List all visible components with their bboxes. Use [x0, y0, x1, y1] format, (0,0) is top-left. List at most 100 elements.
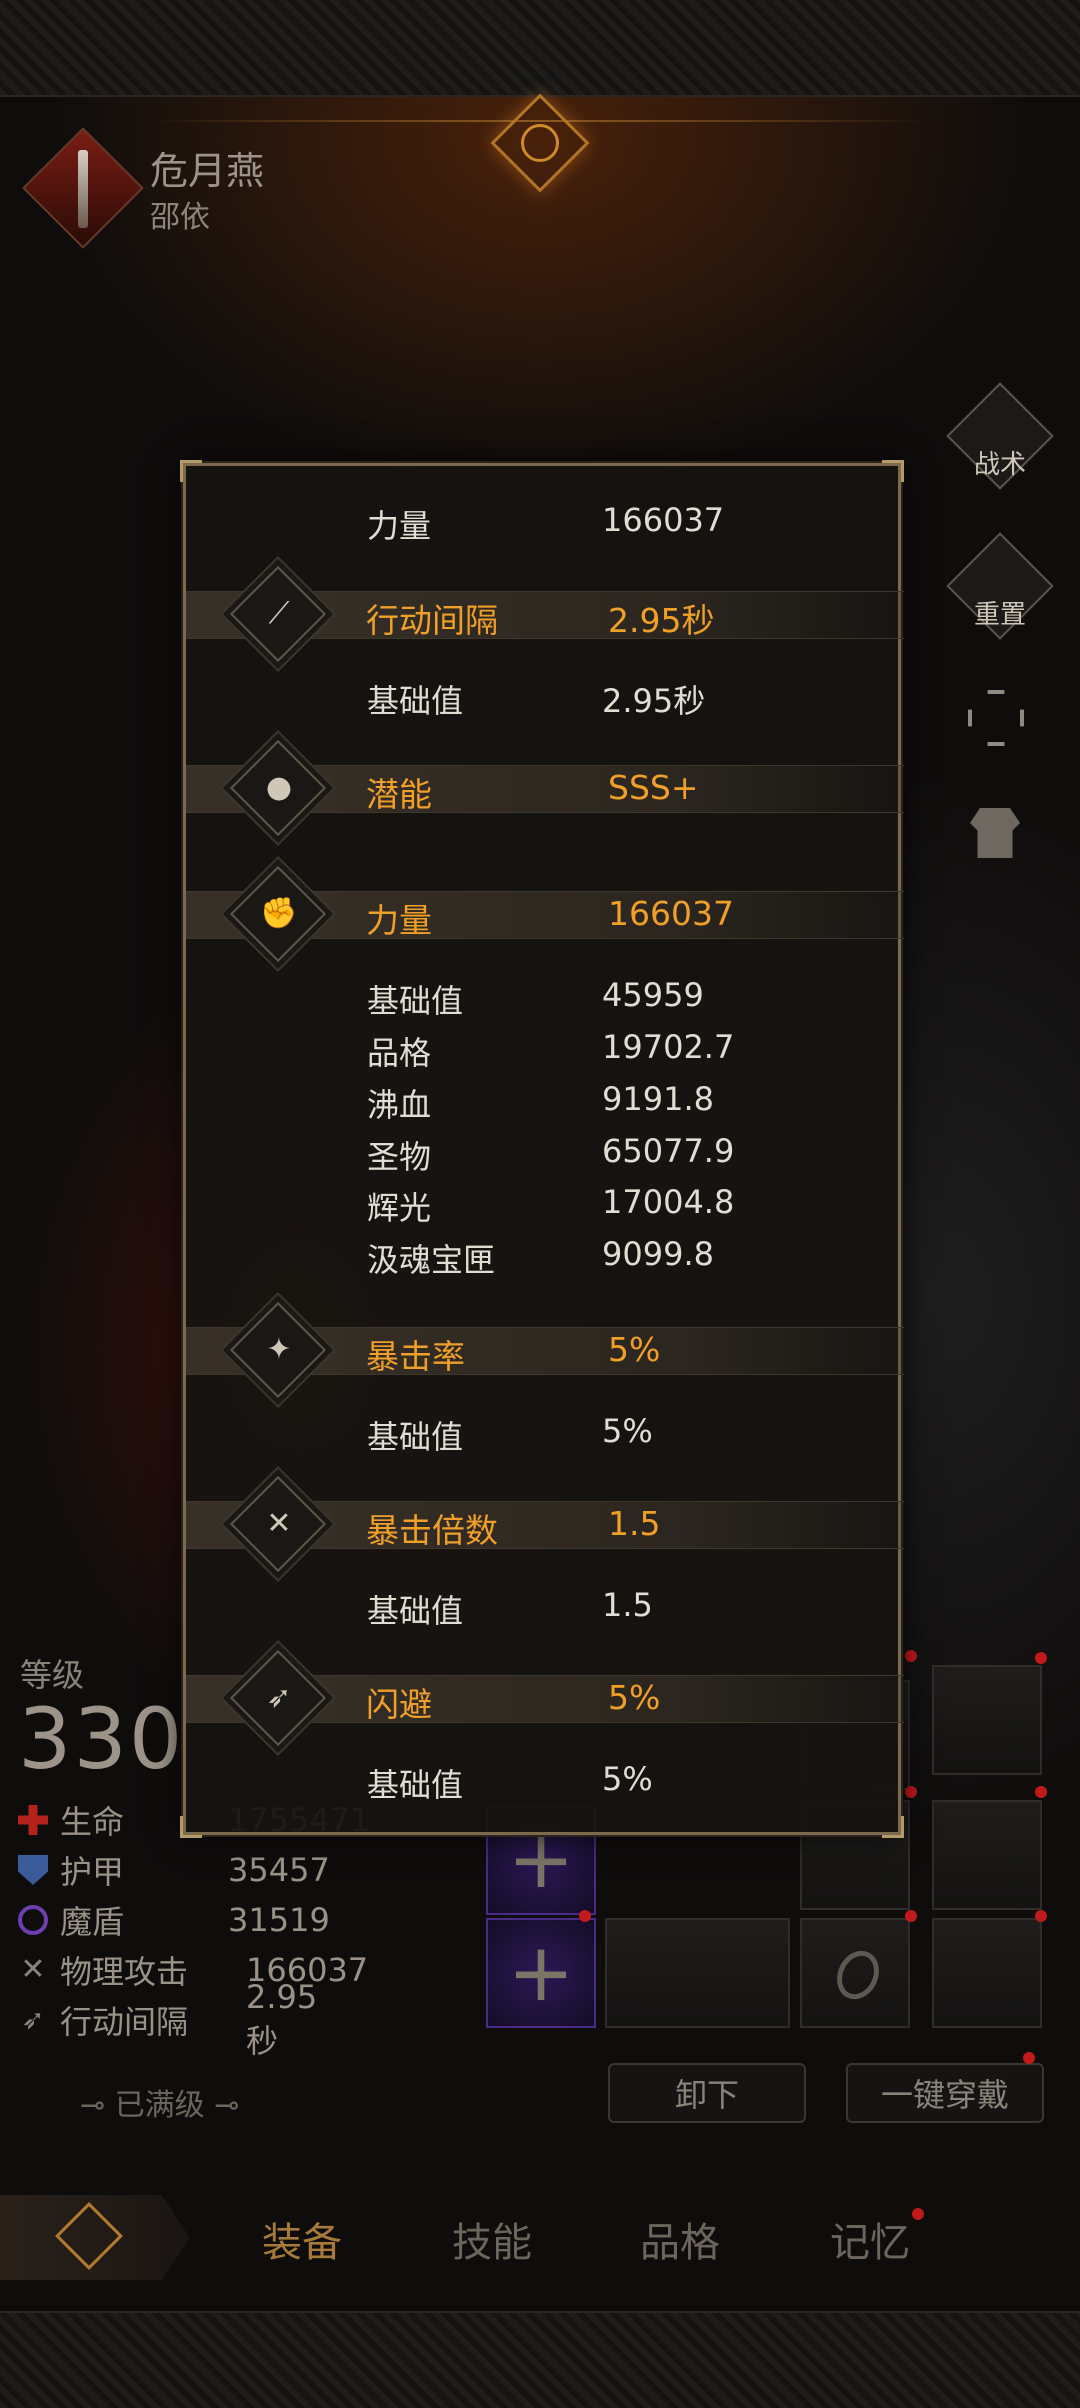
stat-hp: 生命 1755471 [18, 1797, 371, 1843]
stat-value: 35457 [228, 1851, 330, 1889]
panel-corner [180, 1816, 202, 1838]
section-name: 行动间隔 [366, 601, 498, 640]
sword-icon [78, 150, 88, 228]
red-cross-icon [18, 1805, 48, 1835]
reset-button[interactable]: 重置 [946, 532, 1054, 640]
tab-character[interactable]: 品格 [640, 2210, 720, 2268]
line-name: 圣物 [367, 1138, 432, 1176]
max-level-label: ⊸ 已满级 ⊸ [80, 2088, 240, 2123]
line-name: 基础值 [367, 682, 464, 720]
attribute-detail-panel[interactable]: 力量 166037 ⟋ 行动间隔 2.95秒 基础值 2.95秒 ● 潜能 SS… [180, 460, 904, 1838]
crossed-swords-icon: ✕ [20, 1952, 46, 1987]
hero-subtitle: 邵依 [150, 200, 210, 235]
stat-value: 31519 [228, 1901, 330, 1939]
weapon-slot[interactable] [605, 1918, 790, 2028]
notification-dot [905, 1910, 917, 1922]
section-name: 暴击率 [366, 1337, 465, 1376]
shield-icon [18, 1855, 48, 1885]
unequip-button[interactable]: 卸下 [608, 2063, 806, 2123]
stat-attack: ✕ 物理攻击 166037 [18, 1947, 368, 1993]
section-name: 潜能 [366, 775, 432, 814]
tab-skills[interactable]: 技能 [452, 2210, 532, 2268]
panel-corner [180, 460, 202, 482]
section-value: 2.95秒 [608, 601, 715, 640]
notification-dot [1035, 1652, 1047, 1664]
boot-icon: ➶ [266, 1680, 292, 1715]
line-value: 9099.8 [602, 1235, 714, 1273]
line-value: 5% [602, 1760, 653, 1798]
line-name: 基础值 [367, 982, 464, 1020]
line-value: 17004.8 [602, 1183, 735, 1221]
level-value: 330 [18, 1690, 185, 1788]
stat-magic-shield: 魔盾 31519 [18, 1897, 330, 1943]
stat-label: 护甲 [60, 1853, 125, 1891]
reset-label: 重置 [973, 600, 1026, 630]
line-value: 9191.8 [602, 1080, 714, 1118]
panel-corner [882, 460, 904, 482]
stat-action-interval: ➶ 行动间隔 2.95秒 [18, 1978, 317, 2060]
ring-slot[interactable] [800, 1918, 910, 2028]
tactics-button[interactable]: 战术 [946, 382, 1054, 490]
line-name: 基础值 [367, 1592, 464, 1630]
stat-label: 行动间隔 [60, 2003, 189, 2041]
tactics-label: 战术 [973, 450, 1026, 480]
stat-value: 2.95秒 [246, 1978, 318, 2060]
ring-icon [829, 1943, 887, 2007]
wing-icon: ➶ [21, 2003, 45, 2036]
line-value: 1.5 [602, 1586, 653, 1624]
line-name: 品格 [367, 1034, 432, 1072]
section-value: 5% [608, 1678, 661, 1717]
notification-dot [579, 1910, 591, 1922]
line-name: 基础值 [367, 1766, 464, 1804]
plus-icon: + [507, 1926, 575, 2019]
stat-armor: 护甲 35457 [18, 1847, 330, 1893]
section-name: 力量 [366, 901, 432, 940]
line-value: 2.95秒 [602, 682, 706, 720]
notification-dot [905, 1650, 917, 1662]
crossed-blades-icon: ✕ [266, 1506, 292, 1541]
stat-label: 生命 [60, 1803, 125, 1841]
max-level-text: 已满级 [114, 2088, 205, 2123]
section-name: 暴击倍数 [366, 1511, 498, 1550]
section-value: 166037 [608, 894, 734, 933]
notification-dot [1035, 1910, 1047, 1922]
notification-dot [905, 1786, 917, 1798]
tab-memory[interactable]: 记忆 [830, 2210, 910, 2268]
section-value: SSS+ [608, 768, 699, 807]
boots-slot[interactable] [932, 1918, 1042, 2028]
section-name: 闪避 [366, 1685, 432, 1724]
armor-icon[interactable] [970, 808, 1020, 858]
fist-icon: ✊ [260, 896, 298, 931]
crit-hand-icon: ✦ [266, 1332, 292, 1367]
notification-dot [1023, 2052, 1035, 2064]
stat-label: 魔盾 [60, 1903, 125, 1941]
line-value: 45959 [602, 976, 704, 1014]
bottom-frame [0, 2311, 1080, 2408]
emblem-inner [521, 124, 559, 162]
line-value: 19702.7 [602, 1028, 735, 1066]
line-name: 沸血 [367, 1086, 432, 1124]
belt-slot[interactable] [932, 1800, 1042, 1910]
line-name: 汲魂宝匣 [367, 1241, 496, 1279]
bust-icon: ● [265, 770, 293, 805]
section-value: 5% [608, 1330, 661, 1369]
panel-corner [882, 1816, 904, 1838]
line-name: 基础值 [367, 1418, 464, 1456]
slash-icon: ⟋ [268, 596, 290, 631]
empty-slot[interactable]: + [486, 1918, 596, 2028]
line-value: 5% [602, 1412, 653, 1450]
hero-name: 危月燕 [150, 149, 265, 193]
section-value: 1.5 [608, 1504, 661, 1543]
line-name: 辉光 [367, 1189, 432, 1227]
swirl-icon [18, 1905, 48, 1935]
stat-label: 物理攻击 [60, 1953, 189, 1991]
tab-equipment[interactable]: 装备 [262, 2210, 342, 2268]
equip-all-button[interactable]: 一键穿戴 [846, 2063, 1044, 2123]
top-frame [0, 0, 1080, 97]
fullscreen-icon[interactable] [968, 690, 1024, 746]
top-stat-name: 力量 [367, 507, 432, 545]
notification-dot [1035, 1786, 1047, 1798]
line-value: 65077.9 [602, 1132, 735, 1170]
chest-armor-slot[interactable] [932, 1665, 1042, 1775]
top-stat-value: 166037 [602, 501, 725, 539]
